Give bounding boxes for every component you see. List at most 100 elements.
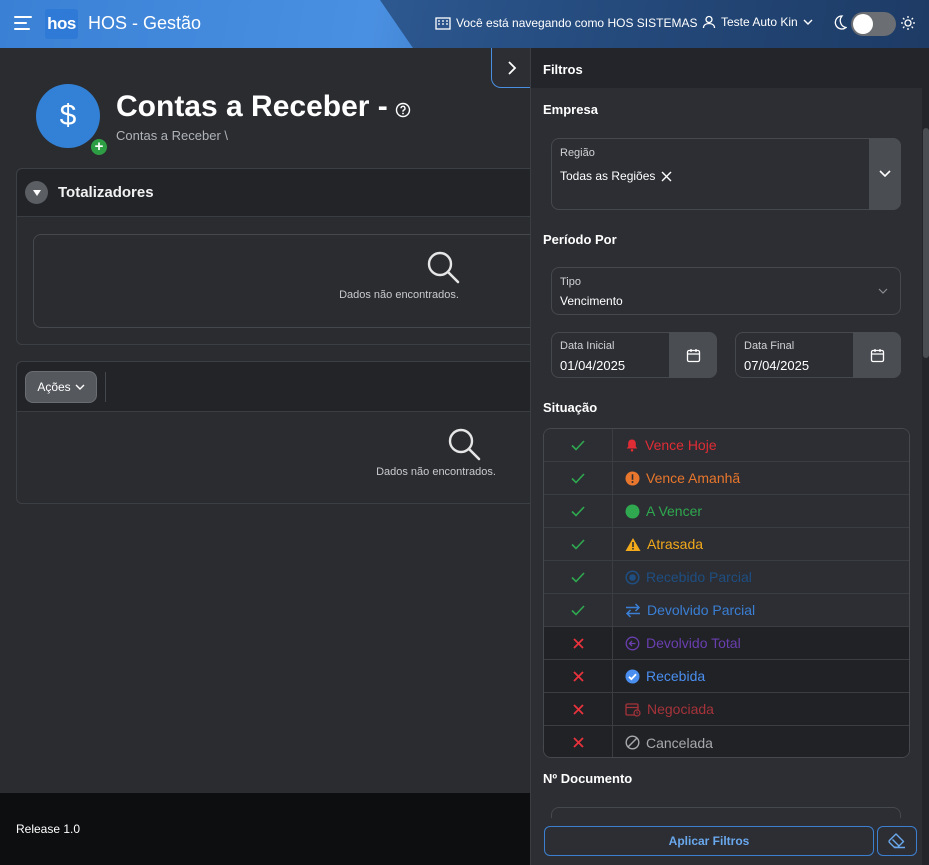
collapse-caret-icon[interactable]: [25, 181, 48, 204]
situacao-label: Devolvido Parcial: [647, 602, 756, 618]
situacao-row[interactable]: Vence Hoje: [544, 429, 909, 462]
empty-text: Dados não encontrados.: [339, 289, 459, 301]
calendar-icon: [870, 348, 884, 362]
tipo-select[interactable]: Tipo Vencimento: [551, 267, 901, 315]
regiao-value: Todas as Regiões: [560, 169, 656, 183]
check-icon[interactable]: [544, 528, 613, 560]
totalizers-empty-state: Dados não encontrados.: [33, 234, 553, 328]
circle-icon: [625, 504, 640, 519]
remove-icon[interactable]: [661, 171, 672, 182]
records-card: Ações Dados não encontrados.: [16, 361, 556, 504]
totalizers-header[interactable]: Totalizadores: [17, 169, 555, 217]
search-icon: [427, 251, 460, 284]
situacao-label: Recebido Parcial: [646, 569, 752, 585]
help-icon[interactable]: [395, 102, 411, 118]
totalizers-card: Totalizadores Dados não encontrados.: [16, 168, 556, 345]
totalizers-title: Totalizadores: [58, 184, 154, 201]
regiao-select[interactable]: Região Todas as Regiões: [551, 138, 901, 210]
ban-icon: [625, 735, 640, 750]
data-final-calendar-button[interactable]: [853, 332, 901, 378]
moon-icon: [834, 15, 847, 30]
hos-logo: hos: [45, 9, 78, 39]
user-icon: [702, 15, 716, 29]
footer: Release 1.0: [0, 793, 540, 865]
menu-icon[interactable]: [14, 16, 32, 30]
check-icon[interactable]: [544, 594, 613, 626]
release-version: Release 1.0: [16, 822, 81, 836]
check-icon[interactable]: [544, 462, 613, 494]
tipo-value: Vencimento: [560, 294, 623, 308]
eraser-icon: [888, 833, 905, 849]
chevron-down-icon: [879, 170, 891, 178]
user-menu[interactable]: Teste Auto Kin: [702, 15, 813, 29]
company-info[interactable]: Você está navegando como HOS SISTEMAS: [435, 16, 697, 30]
data-inicial-field[interactable]: Data Inicial 01/04/2025: [551, 332, 717, 378]
situacao-row[interactable]: Vence Amanhã: [544, 462, 909, 495]
chevron-down-icon: [878, 288, 888, 294]
situacao-row[interactable]: Recebido Parcial: [544, 561, 909, 594]
situacao-row[interactable]: Atrasada: [544, 528, 909, 561]
breadcrumb: Contas a Receber \: [116, 128, 229, 143]
situacao-label: Recebida: [646, 668, 706, 684]
x-icon[interactable]: [544, 627, 613, 659]
chevron-down-icon: [803, 19, 813, 25]
regiao-chip: Todas as Regiões: [560, 169, 672, 183]
data-inicial-value: 01/04/2025: [560, 358, 626, 373]
data-final-value: 07/04/2025: [744, 358, 810, 373]
situacao-table: Vence Hoje Vence Amanhã A Vencer Atrasada Re…: [543, 428, 910, 758]
bell-icon: [625, 438, 639, 452]
situacao-row[interactable]: A Vencer: [544, 495, 909, 528]
apply-filters-button[interactable]: Aplicar Filtros: [544, 826, 874, 856]
actions-button[interactable]: Ações: [25, 371, 97, 403]
add-icon[interactable]: +: [90, 138, 108, 156]
situacao-label: Situação: [543, 400, 598, 415]
filters-scrollbar[interactable]: [922, 88, 929, 865]
theme-toggle[interactable]: [851, 12, 896, 36]
x-icon[interactable]: [544, 693, 613, 725]
radio-circle-icon: [625, 569, 640, 585]
clear-filters-button[interactable]: [877, 826, 917, 856]
check-icon[interactable]: [544, 429, 613, 461]
situacao-row[interactable]: Devolvido Parcial: [544, 594, 909, 627]
situacao-label: Vence Hoje: [645, 437, 717, 453]
data-final-label: Data Final: [744, 340, 795, 352]
situacao-row[interactable]: Recebida: [544, 660, 909, 693]
return-circle-icon: [625, 636, 640, 651]
dollar-icon: $: [36, 84, 100, 148]
regiao-dropdown-button[interactable]: [869, 138, 901, 210]
tipo-label: Tipo: [560, 276, 581, 288]
calendar-icon: [686, 348, 700, 362]
data-inicial-label: Data Inicial: [560, 340, 615, 352]
sun-icon: [901, 16, 915, 30]
x-icon[interactable]: [544, 660, 613, 692]
check-icon[interactable]: [544, 561, 613, 593]
records-empty-state: Dados não encontrados.: [17, 426, 555, 478]
filters-title: Filtros: [543, 62, 583, 77]
collapse-filters-button[interactable]: [491, 48, 531, 88]
situacao-row[interactable]: Cancelada: [544, 726, 909, 757]
data-inicial-calendar-button[interactable]: [669, 332, 717, 378]
data-final-field[interactable]: Data Final 07/04/2025: [735, 332, 901, 378]
warning-triangle-icon: [625, 537, 641, 552]
check-icon[interactable]: [544, 495, 613, 527]
check-circle-icon: [625, 669, 640, 684]
x-icon[interactable]: [544, 726, 613, 757]
regiao-label: Região: [560, 147, 595, 159]
documento-label: Nº Documento: [543, 771, 633, 786]
top-header: hos HOS - Gestão Você está navegando com…: [0, 0, 929, 48]
situacao-row[interactable]: Devolvido Total: [544, 627, 909, 660]
situacao-label: Atrasada: [647, 536, 704, 552]
filters-panel: Filtros Empresa Região Todas as Regiões …: [530, 48, 929, 865]
chevron-right-icon: [507, 60, 516, 75]
swap-arrows-icon: [625, 602, 641, 618]
page-title: Contas a Receber -: [116, 90, 388, 123]
situacao-label: Cancelada: [646, 734, 713, 751]
situacao-row[interactable]: Negociada: [544, 693, 909, 726]
search-icon: [448, 428, 480, 461]
app-title: HOS - Gestão: [88, 13, 202, 33]
exclamation-circle-icon: [625, 471, 640, 486]
user-name: Teste Auto Kin: [721, 15, 798, 29]
empty-text: Dados não encontrados.: [376, 466, 496, 478]
calendar-clock-icon: [625, 702, 641, 717]
chevron-down-icon: [75, 384, 85, 390]
